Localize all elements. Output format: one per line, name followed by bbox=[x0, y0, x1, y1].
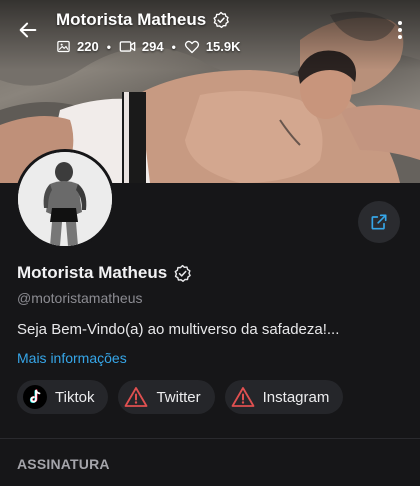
back-button[interactable] bbox=[12, 16, 44, 44]
profile-name-row: Motorista Matheus bbox=[17, 263, 192, 283]
separator-dot: • bbox=[106, 39, 111, 54]
stat-likes-count: 15.9K bbox=[205, 39, 241, 54]
arrow-left-icon bbox=[19, 22, 37, 38]
share-icon bbox=[371, 214, 387, 230]
section-title-subscription: ASSINATURA bbox=[17, 456, 110, 472]
kebab-dot-icon bbox=[398, 35, 402, 39]
profile-handle: @motoristamatheus bbox=[17, 290, 143, 306]
header-stats: 220 • 294 • 15.9K bbox=[56, 39, 241, 54]
verified-icon bbox=[174, 264, 191, 282]
separator-dot: • bbox=[171, 39, 176, 54]
more-options-button[interactable] bbox=[390, 16, 410, 44]
top-bar: Motorista Matheus 220 • 294 • 15.9K bbox=[0, 0, 420, 62]
profile-page: Motorista Matheus 220 • 294 • 15.9K Moto… bbox=[0, 0, 420, 486]
more-info-link[interactable]: Mais informações bbox=[17, 350, 127, 366]
warning-icon bbox=[231, 385, 255, 409]
video-icon bbox=[119, 41, 136, 52]
stat-videos: 294 bbox=[119, 39, 164, 54]
social-chip-tiktok[interactable]: Tiktok bbox=[17, 380, 109, 414]
section-divider bbox=[0, 438, 420, 439]
social-chip-label: Tiktok bbox=[55, 388, 95, 406]
header-title: Motorista Matheus bbox=[56, 10, 207, 29]
warning-icon bbox=[124, 385, 148, 409]
profile-bio: Seja Bem-Vindo(a) ao multiverso da safad… bbox=[17, 321, 340, 338]
stat-videos-count: 294 bbox=[141, 39, 164, 54]
social-chip-label: Twitter bbox=[156, 388, 201, 406]
share-button[interactable] bbox=[358, 201, 400, 243]
heart-icon bbox=[184, 40, 199, 54]
image-icon bbox=[57, 40, 70, 53]
avatar-photo bbox=[18, 152, 112, 246]
stat-photos-count: 220 bbox=[77, 39, 99, 54]
social-chip-twitter[interactable]: Twitter bbox=[118, 380, 215, 414]
stat-likes: 15.9K bbox=[184, 39, 241, 54]
tiktok-icon bbox=[23, 385, 47, 409]
social-chip-label: Instagram bbox=[262, 388, 330, 406]
social-chip-instagram[interactable]: Instagram bbox=[224, 380, 344, 414]
social-links: Tiktok Twitter Instagram bbox=[17, 380, 344, 414]
header-title-block: Motorista Matheus 220 • 294 • 15.9K bbox=[56, 10, 241, 54]
stat-photos: 220 bbox=[56, 39, 99, 54]
avatar[interactable] bbox=[15, 149, 115, 249]
kebab-dot-icon bbox=[398, 28, 402, 32]
verified-icon bbox=[213, 11, 230, 29]
profile-name: Motorista Matheus bbox=[17, 263, 168, 282]
kebab-dot-icon bbox=[398, 21, 402, 25]
